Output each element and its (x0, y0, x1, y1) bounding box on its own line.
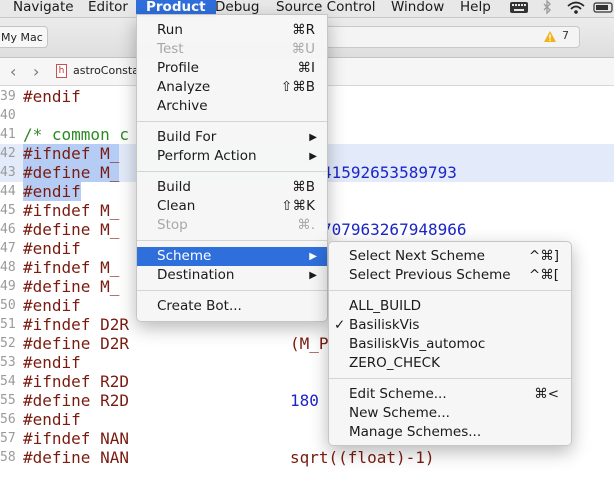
menu-separator (137, 290, 327, 291)
menu-item-scheme-basiliskvis[interactable]: ✓ BasiliskVis (329, 316, 571, 335)
menu-item-destination[interactable]: Destination ▶ (137, 266, 327, 285)
code-value: sqrt((float)-1) (290, 448, 435, 467)
code-comment: /* common c (23, 125, 129, 144)
menu-item-create-bot[interactable]: Create Bot... (137, 297, 327, 316)
submenu-arrow-icon: ▶ (309, 270, 317, 281)
menu-editor[interactable]: Editor (88, 0, 128, 17)
menu-item-run[interactable]: Run ⌘R (137, 21, 327, 40)
menu-separator (329, 378, 571, 379)
selected-code: #endif (23, 182, 81, 201)
menu-navigate[interactable]: Navigate (13, 0, 74, 17)
destination-selector[interactable]: My Mac (0, 26, 48, 48)
submenu-arrow-icon: ▶ (309, 132, 317, 143)
code-value: (M_P (290, 334, 329, 353)
code-line: 58 #define NAN sqrt((float)-1) (0, 448, 435, 467)
battery-icon[interactable] (593, 0, 614, 16)
menu-separator (137, 240, 327, 241)
menu-help[interactable]: Help (460, 0, 491, 17)
code-value: 707963267948966 (322, 220, 467, 239)
warning-icon[interactable] (543, 30, 557, 43)
header-file-icon: h (56, 64, 67, 78)
selected-code: #define M_ (23, 163, 120, 182)
code-value: 180 (290, 391, 319, 410)
menu-item-stop: Stop ⌘. (157, 217, 315, 233)
menu-item-scheme-basiliskvis-automoc[interactable]: BasiliskVis_automoc (329, 335, 571, 354)
menu-item-new-scheme[interactable]: New Scheme... (329, 404, 571, 423)
selected-code: #ifndef M_ (23, 144, 120, 163)
code-value: 41592653589793 (322, 163, 457, 182)
submenu-arrow-icon: ▶ (309, 151, 317, 162)
warning-count: 7 (562, 29, 569, 42)
keyboard-icon[interactable] (509, 0, 529, 16)
menu-item-select-previous-scheme[interactable]: Select Previous Scheme ^⌘[ (329, 266, 571, 285)
menu-item-build[interactable]: Build ⌘B (137, 178, 327, 197)
wifi-icon[interactable] (566, 0, 586, 16)
menu-item-analyze[interactable]: Analyze ⇧⌘B (137, 78, 327, 97)
menu-item-clean[interactable]: Clean ⇧⌘K (137, 197, 327, 216)
product-menu: Run ⌘R Test ⌘U Profile ⌘I Analyze ⇧⌘B Archiv… (136, 14, 328, 322)
menu-item-manage-schemes[interactable]: Manage Schemes... (329, 423, 571, 442)
forward-arrow-icon[interactable]: › (33, 62, 39, 81)
activity-viewer: 7 (322, 26, 580, 48)
menu-item-edit-scheme[interactable]: Edit Scheme... ⌘< (329, 385, 571, 404)
menu-item-perform-action[interactable]: Perform Action ▶ (137, 147, 327, 166)
menu-item-scheme[interactable]: Scheme ▶ (137, 247, 327, 266)
breadcrumb-file[interactable]: astroConsta (73, 64, 139, 77)
menu-item-archive[interactable]: Archive (137, 97, 327, 116)
menu-separator (137, 121, 327, 122)
menu-item-scheme-zero-check[interactable]: ZERO_CHECK (329, 354, 571, 373)
menu-item-select-next-scheme[interactable]: Select Next Scheme ^⌘] (329, 247, 571, 266)
scheme-submenu: Select Next Scheme ^⌘] Select Previous Sc… (328, 241, 572, 446)
checkmark-icon: ✓ (334, 317, 346, 333)
menu-separator (329, 290, 571, 291)
menu-separator (137, 171, 327, 172)
menu-item-test: Test ⌘U (157, 41, 315, 57)
menu-item-profile[interactable]: Profile ⌘I (137, 59, 327, 78)
menu-item-build-for[interactable]: Build For ▶ (137, 128, 327, 147)
menu-window[interactable]: Window (391, 0, 444, 17)
back-arrow-icon[interactable]: ‹ (10, 62, 16, 81)
menu-item-scheme-all-build[interactable]: ALL_BUILD (329, 297, 571, 316)
submenu-arrow-icon: ▶ (309, 251, 317, 262)
bluetooth-icon[interactable] (541, 0, 553, 16)
